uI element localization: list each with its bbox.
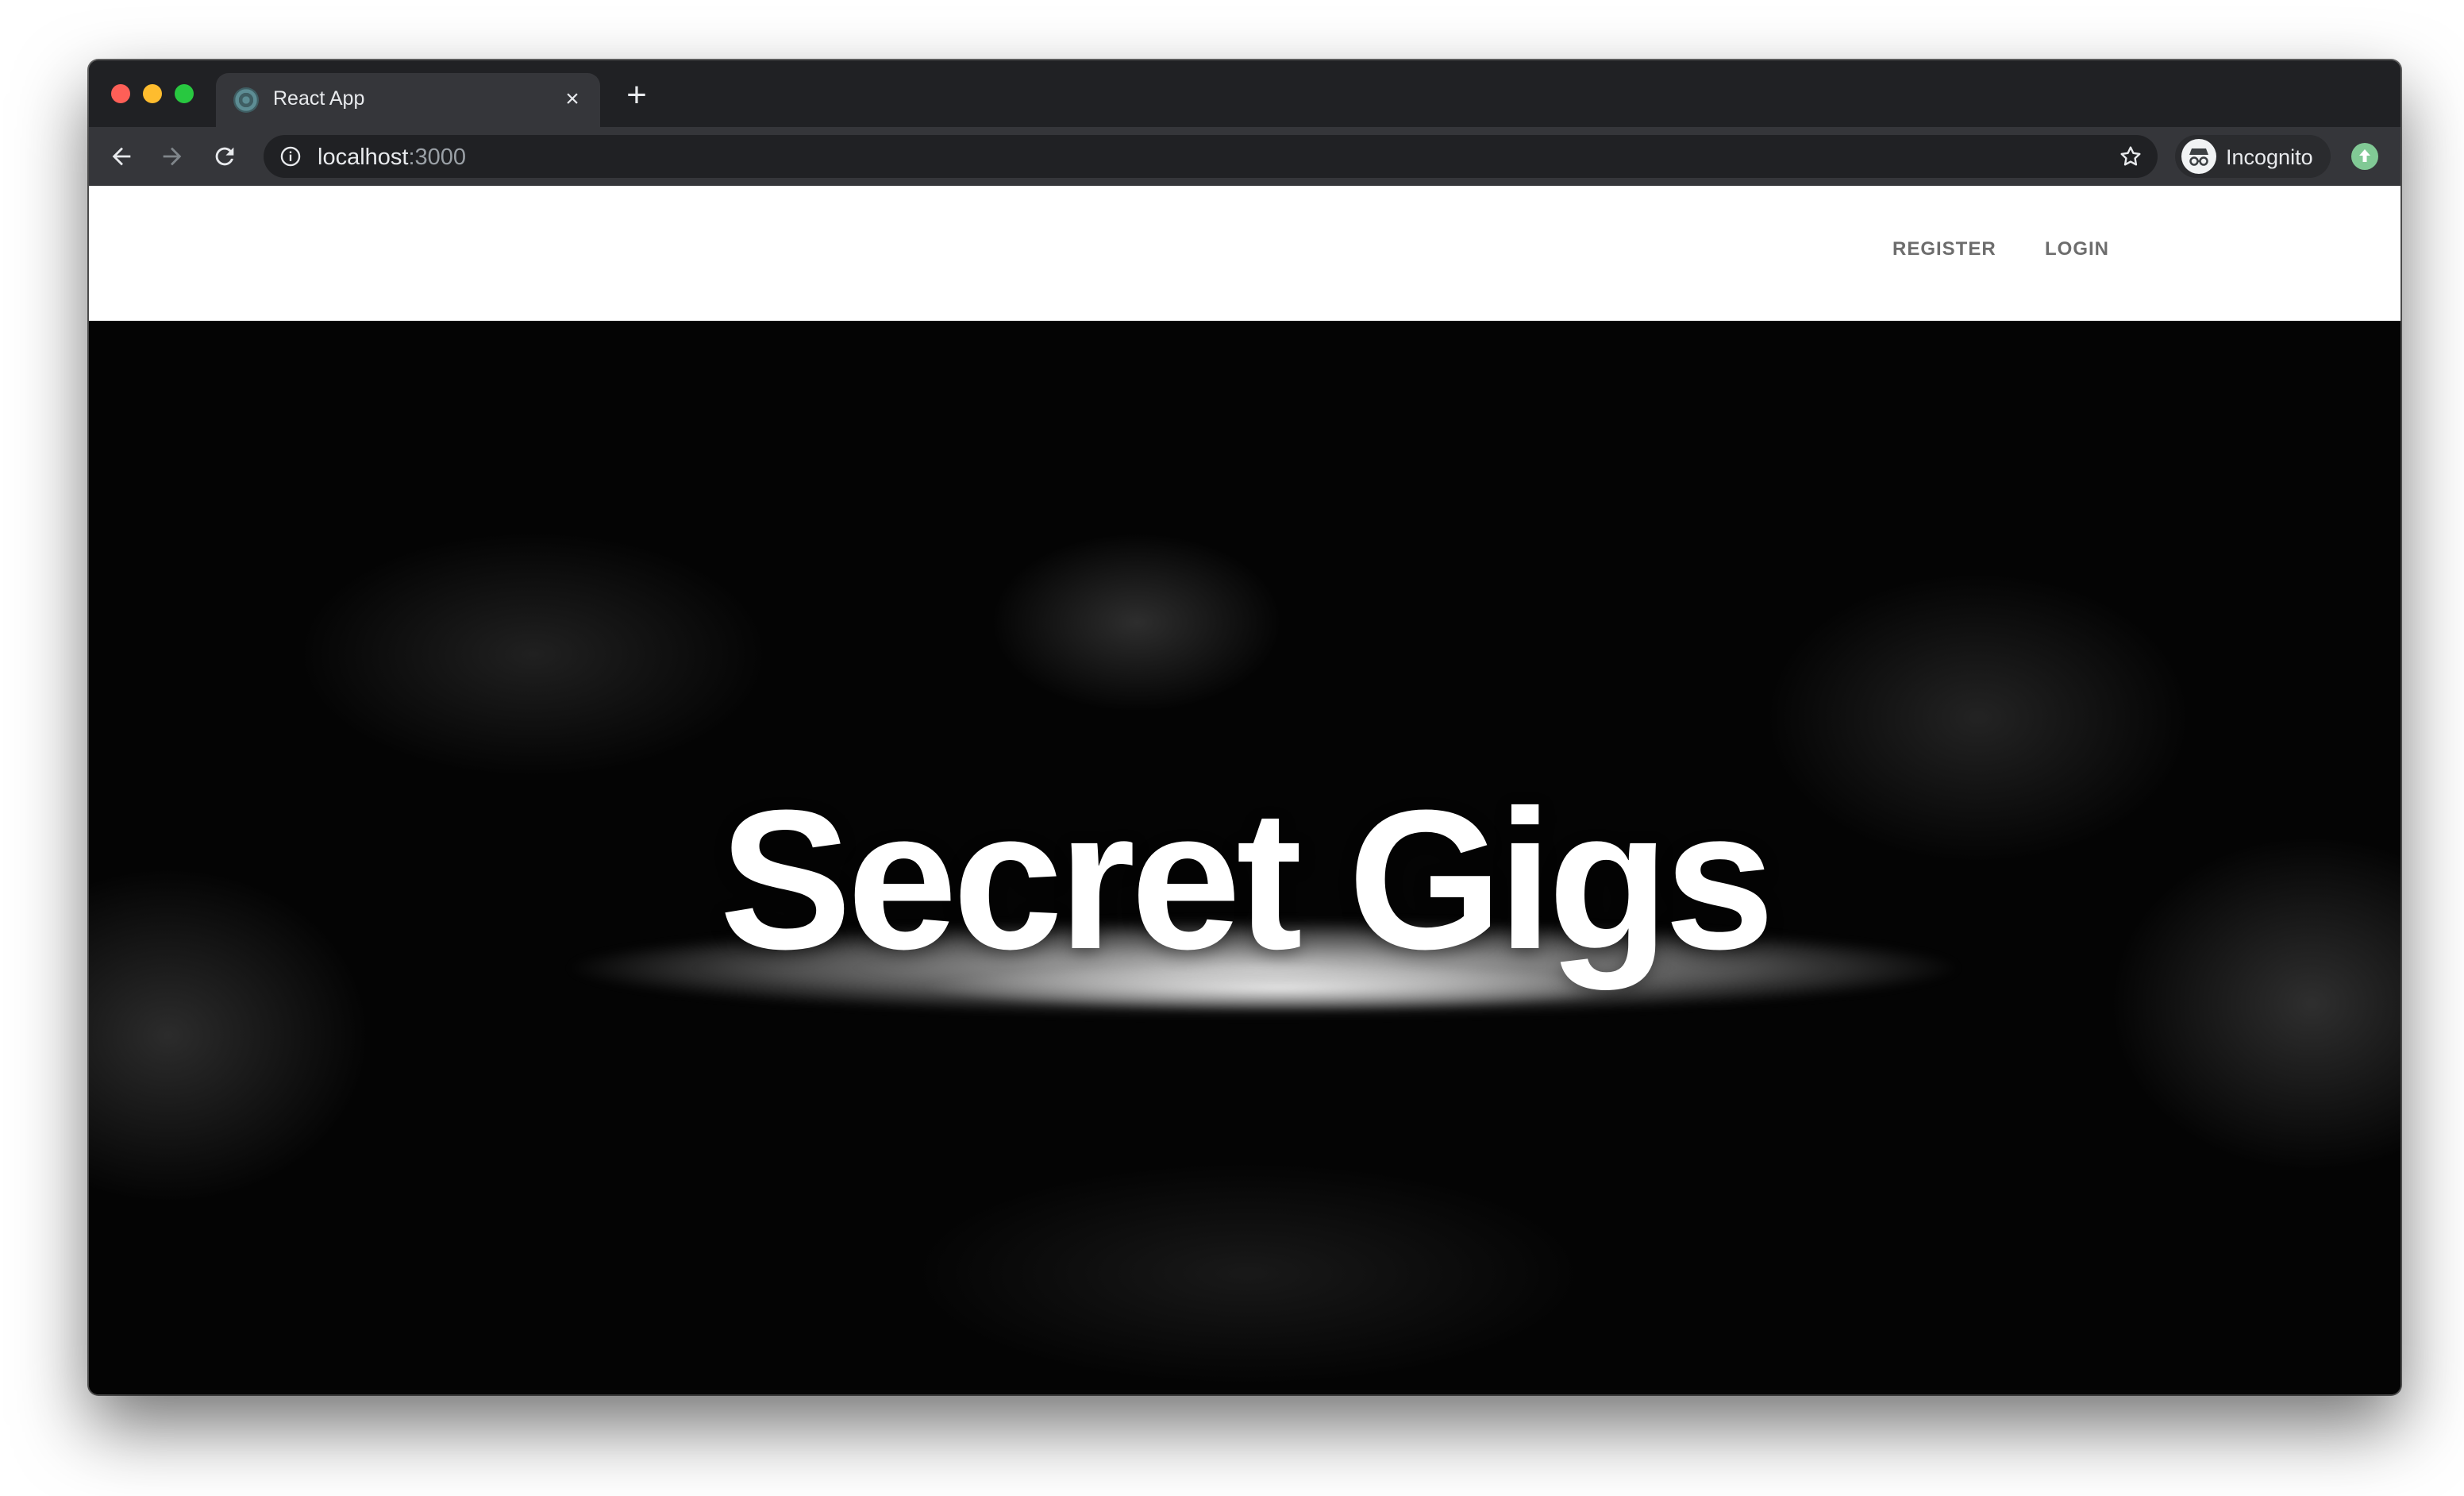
tab-react-app[interactable]: React App × <box>216 73 600 127</box>
update-icon[interactable] <box>2351 143 2378 170</box>
arrow-right-icon <box>163 147 182 166</box>
tab-title: React App <box>273 87 365 110</box>
url-host: localhost <box>318 145 409 170</box>
address-bar[interactable]: localhost:3000 <box>264 135 2158 178</box>
browser-window: React App × + localhost:3000 Incognito R… <box>89 60 2400 1394</box>
close-window-button[interactable] <box>111 84 130 103</box>
register-link[interactable]: REGISTER <box>1892 238 1996 260</box>
url-port: :3000 <box>408 145 467 170</box>
forward-button[interactable] <box>152 137 192 176</box>
hero-title: Secret Gigs <box>719 769 1775 990</box>
maximize-window-button[interactable] <box>175 84 194 103</box>
incognito-profile-button[interactable]: Incognito <box>2175 135 2331 178</box>
reload-button[interactable] <box>205 137 244 176</box>
browser-toolbar: localhost:3000 Incognito <box>89 127 2400 186</box>
arrow-left-icon <box>112 147 131 166</box>
incognito-label: Incognito <box>2226 145 2313 169</box>
minimize-window-button[interactable] <box>143 84 162 103</box>
login-link[interactable]: LOGIN <box>2045 238 2109 260</box>
hero-section: Secret Gigs <box>89 321 2400 1394</box>
tab-strip: React App × + <box>89 60 2400 127</box>
reload-icon <box>215 147 234 166</box>
bookmark-star-icon[interactable] <box>2118 144 2143 169</box>
new-tab-button[interactable]: + <box>618 78 656 116</box>
web-page: REGISTER LOGIN Secret Gigs <box>89 186 2400 1394</box>
tab-close-icon[interactable]: × <box>557 84 587 114</box>
back-button[interactable] <box>102 137 141 176</box>
incognito-icon <box>2181 139 2216 174</box>
react-favicon-icon <box>233 87 259 113</box>
info-icon[interactable] <box>279 145 302 168</box>
app-header: REGISTER LOGIN <box>89 186 2400 321</box>
url-text: localhost:3000 <box>318 145 466 171</box>
